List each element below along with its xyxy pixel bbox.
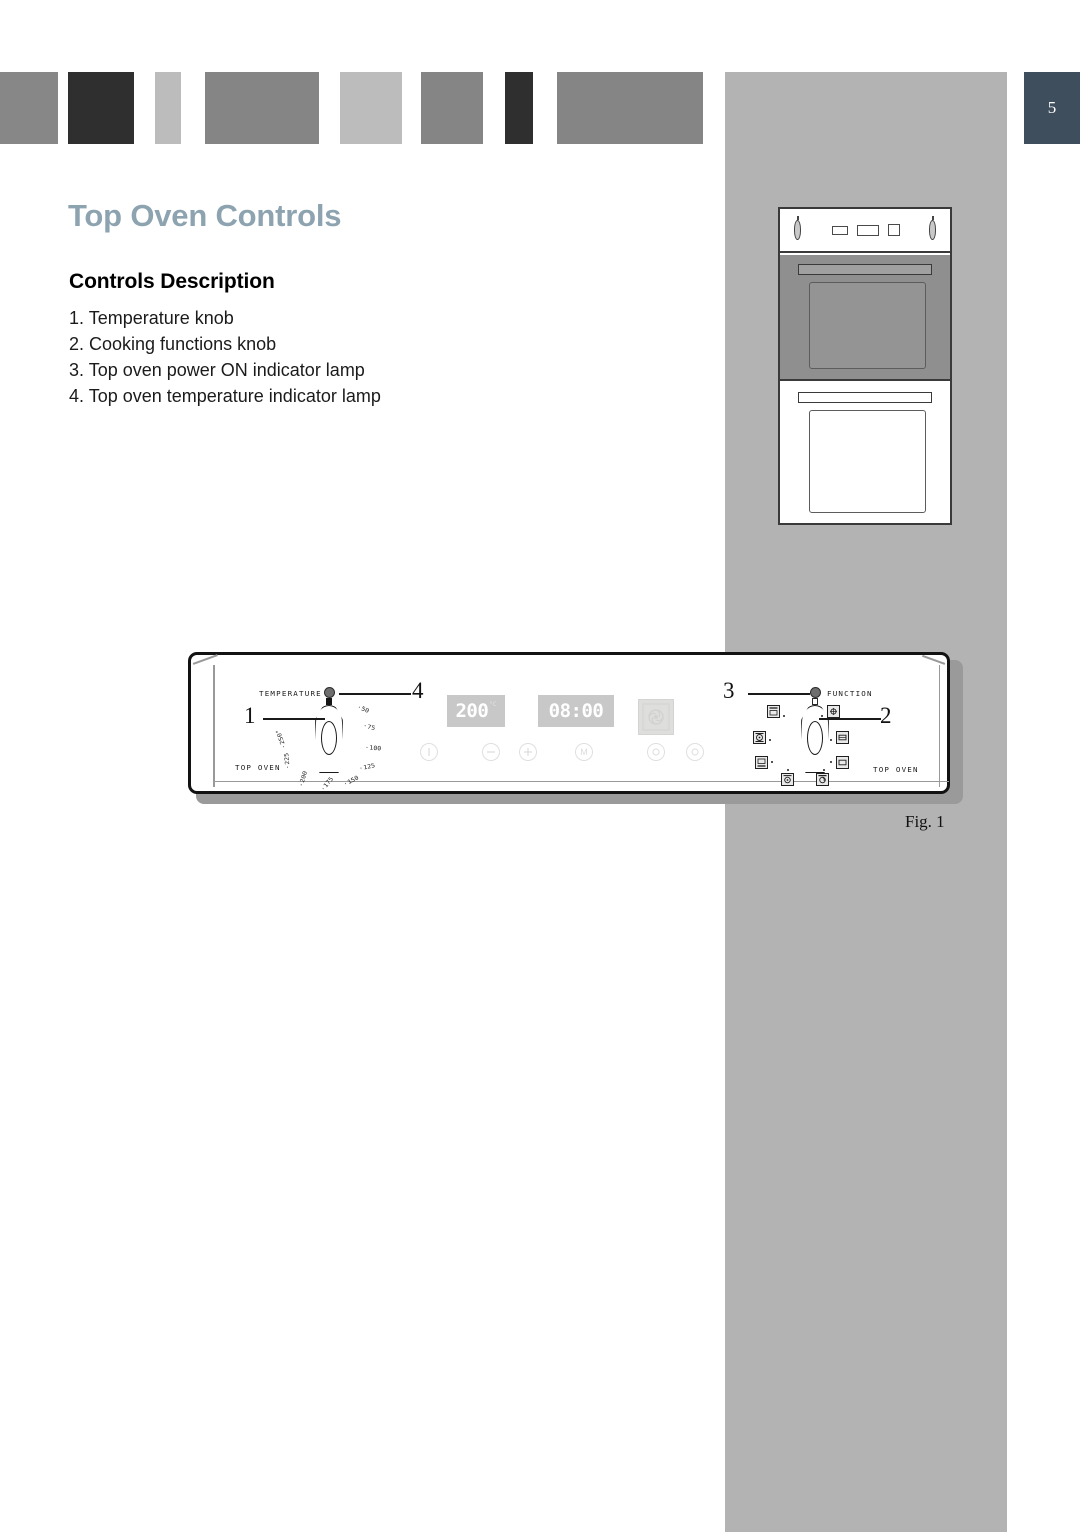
- page-number: 5: [1024, 72, 1080, 144]
- grill-icon: [836, 731, 849, 744]
- dial-tick-100: 100: [365, 744, 381, 752]
- dial-tick-50: 50: [356, 703, 370, 715]
- dial-tick-175: 175: [319, 775, 335, 792]
- dial-tick-75: 75: [362, 722, 376, 732]
- fn-dot-7: [830, 739, 832, 741]
- header-block-7: [557, 72, 703, 144]
- section-title: Controls Description: [69, 270, 275, 293]
- panel-bevel-right: [938, 665, 940, 787]
- fn-dot-1: [783, 715, 785, 717]
- fn-dot-2: [769, 739, 771, 741]
- dial-tick-250: 250°: [274, 728, 288, 749]
- fn-dot-5: [823, 769, 825, 771]
- mode-button-label: M: [580, 747, 588, 757]
- function-label: FUNCTION: [827, 689, 873, 698]
- header-block-0: [0, 72, 58, 144]
- page-title: Top Oven Controls: [68, 198, 342, 233]
- list-item: 4. Top oven temperature indicator lamp: [69, 386, 381, 406]
- dial-tick-200: 200: [297, 770, 309, 788]
- fan-oven-icon-2: [753, 731, 766, 744]
- oven-lower-window: [809, 410, 926, 513]
- temperature-label: TEMPERATURE: [259, 689, 322, 698]
- oven-upper-handle: [798, 264, 932, 275]
- indicator-left-button[interactable]: [647, 743, 665, 761]
- dial-tick-125: 125: [358, 762, 376, 772]
- fn-dot-8: [821, 715, 823, 717]
- top-heat-icon: [767, 705, 780, 718]
- temperature-knob-pointer: [326, 698, 332, 705]
- oven-lower-handle: [798, 392, 932, 403]
- oven-lower-cavity: [780, 383, 950, 523]
- indicator-right-button[interactable]: [686, 743, 704, 761]
- panel-bevel-diagonal-right: [922, 654, 946, 665]
- header-block-6: [505, 72, 533, 144]
- control-panel-body: TEMPERATURE 50 75 100 125 150 175 200 22…: [188, 652, 950, 794]
- oven-display-small-icon: [832, 226, 848, 235]
- top-oven-label-left: TOP OVEN: [235, 763, 281, 772]
- dial-tick-225: 225: [283, 753, 292, 770]
- temperature-indicator-lamp: [324, 687, 335, 698]
- header-block-4: [340, 72, 402, 144]
- list-item: 3. Top oven power ON indicator lamp: [69, 360, 365, 380]
- panel-bevel-left: [213, 665, 215, 787]
- leader-line-3: [748, 693, 810, 695]
- clock-display-value: 08:00: [548, 699, 604, 722]
- minus-button[interactable]: [482, 743, 500, 761]
- temperature-knob[interactable]: [312, 698, 346, 773]
- clock-display: 08:00: [538, 695, 614, 727]
- temperature-knob-inner: [321, 721, 337, 755]
- callout-2: 2: [880, 703, 892, 728]
- bottom-heat-icon: [755, 756, 768, 769]
- oven-display-wide-icon: [857, 225, 879, 236]
- control-panel-figure: TEMPERATURE 50 75 100 125 150 175 200 22…: [188, 652, 963, 804]
- controls-description-list: 1. Temperature knob 2. Cooking functions…: [69, 305, 689, 409]
- temperature-display-unit: °C: [489, 701, 497, 708]
- list-item: 2. Cooking functions knob: [69, 334, 277, 354]
- power-button[interactable]: [420, 743, 438, 761]
- function-knob-pointer: [812, 698, 818, 705]
- temperature-display-value: 200: [455, 699, 489, 722]
- defrost-icon: [781, 773, 794, 786]
- power-on-indicator-lamp: [810, 687, 821, 698]
- light-icon: [836, 756, 849, 769]
- fn-dot-4: [787, 769, 789, 771]
- dial-tick-150: 150: [342, 774, 360, 788]
- header-block-5: [421, 72, 483, 144]
- fn-dot-3: [771, 761, 773, 763]
- function-knob-inner: [807, 721, 823, 755]
- oven-upper-window: [809, 282, 926, 369]
- callout-4: 4: [412, 678, 424, 703]
- double-oven-illustration: [778, 207, 952, 525]
- oven-control-strip: [780, 209, 950, 253]
- oven-knob-left-icon: [794, 216, 801, 240]
- plus-button[interactable]: [519, 743, 537, 761]
- list-item: 1. Temperature knob: [69, 308, 234, 328]
- callout-1: 1: [244, 703, 256, 728]
- half-grill-icon: [827, 705, 840, 718]
- header-block-3: [205, 72, 319, 144]
- oven-upper-cavity: [780, 255, 950, 381]
- temperature-display: 200 °C: [447, 695, 505, 727]
- leader-line-4: [339, 693, 411, 695]
- leader-line-2: [819, 718, 881, 720]
- oven-knob-right-icon: [929, 216, 936, 240]
- figure-caption: Fig. 1: [905, 812, 945, 831]
- fan-grill-icon: [816, 773, 829, 786]
- mode-button[interactable]: M: [575, 743, 593, 761]
- fan-oven-icon: [638, 699, 674, 735]
- leader-line-1: [263, 718, 325, 720]
- fn-dot-6: [830, 761, 832, 763]
- header-block-1: [68, 72, 134, 144]
- oven-display-square-icon: [888, 224, 900, 236]
- panel-bevel-diagonal-top: [192, 654, 218, 665]
- header-block-2: [155, 72, 181, 144]
- top-oven-label-right: TOP OVEN: [873, 765, 919, 774]
- callout-3: 3: [723, 678, 735, 703]
